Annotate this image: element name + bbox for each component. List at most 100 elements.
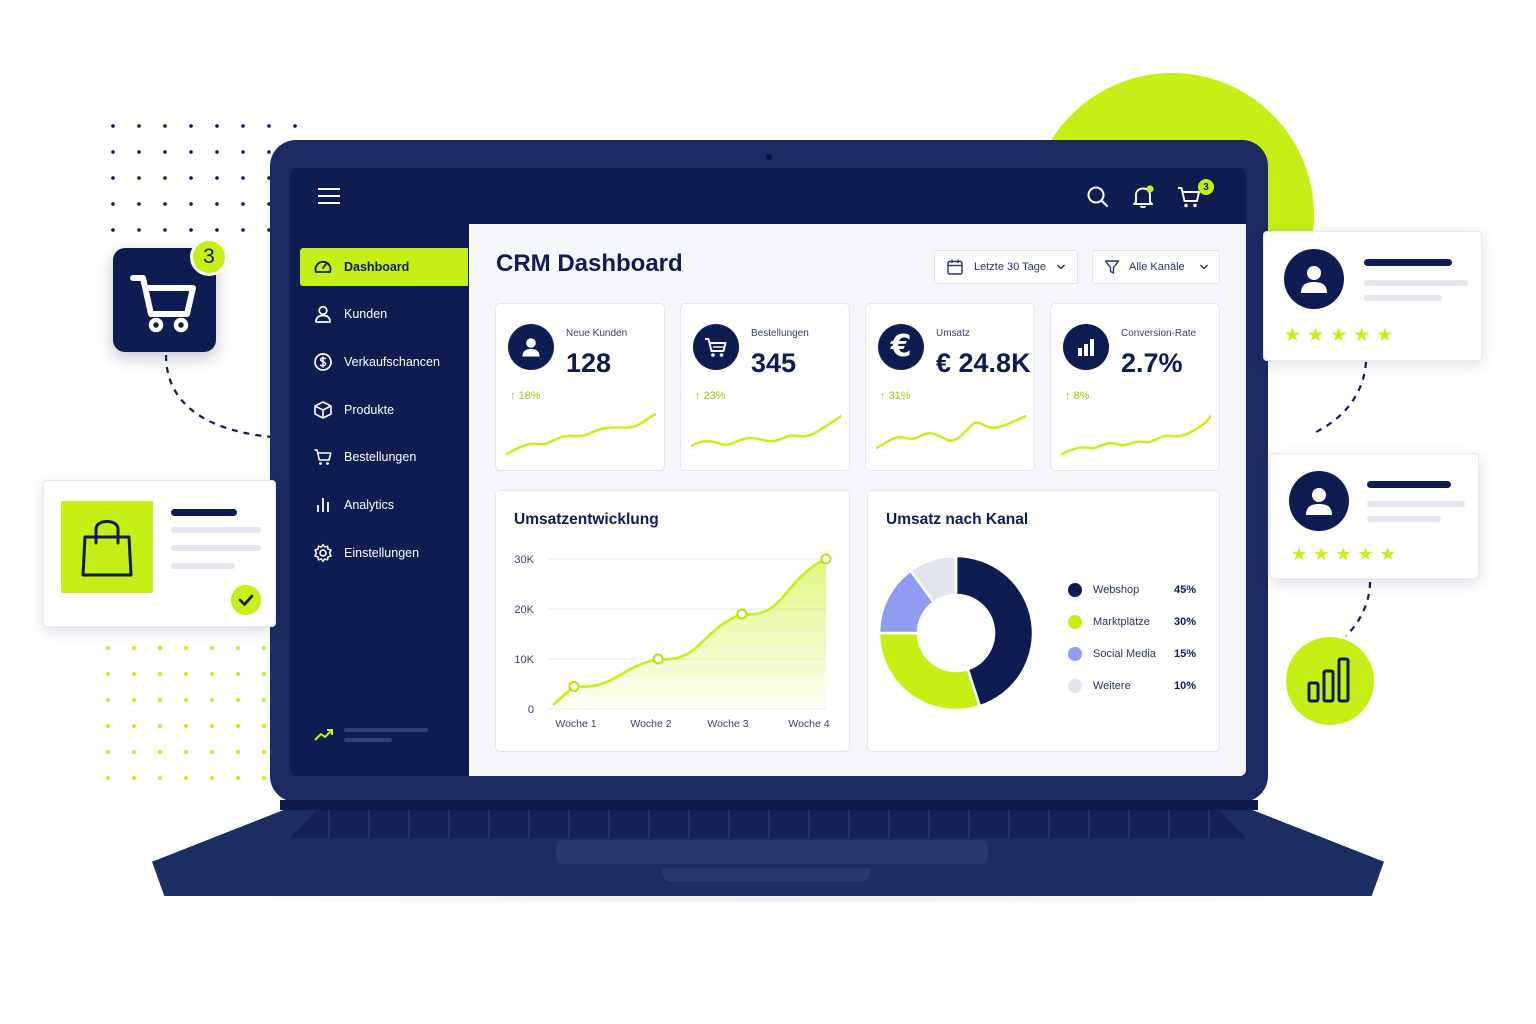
webcam [766, 154, 772, 160]
kpi-value: 345 [751, 348, 797, 378]
user-avatar-icon [1289, 471, 1349, 531]
x-tick-label: Woche 2 [630, 718, 671, 730]
sidebar-item-analytics[interactable]: Analytics [300, 486, 468, 524]
star-icon: ★ [1291, 544, 1308, 564]
user-avatar-icon [1284, 249, 1344, 309]
y-tick-label: 30K [514, 554, 534, 566]
data-point [568, 681, 580, 692]
cart-count-badge: 3 [190, 238, 228, 276]
legend-swatch [1068, 615, 1082, 629]
sidebar-item-label: Dashboard [344, 260, 410, 274]
filter-icon [1104, 260, 1120, 274]
legend-swatch [1068, 647, 1082, 661]
kpi-label: Umsatz [936, 328, 970, 339]
dollar-icon [312, 351, 334, 373]
kpi-value: € 24.8K [936, 348, 1031, 378]
search-icon[interactable] [1085, 184, 1111, 210]
kpi-change: ↑ 18% [510, 390, 541, 402]
placeholder-line [1364, 295, 1442, 301]
sidebar-item-dashboard[interactable]: Dashboard [300, 248, 468, 286]
legend-value: 15% [1174, 648, 1197, 660]
sidebar-item-verkaufschancen[interactable]: Verkaufschancen [300, 343, 468, 381]
legend-swatch [1068, 679, 1082, 693]
menu-icon[interactable] [318, 188, 340, 204]
sidebar-item-bestellungen[interactable]: Bestellungen [300, 438, 468, 476]
sparkline [691, 414, 841, 448]
floating-review-card: ★ ★ ★ ★ ★ [1263, 231, 1482, 361]
placeholder-line [171, 563, 235, 569]
cart-count-badge: 3 [1198, 179, 1214, 195]
sidebar-item-einstellungen[interactable]: Einstellungen [300, 534, 468, 572]
laptop-trackpad [556, 840, 988, 864]
placeholder-line [1367, 501, 1465, 507]
trend-up-icon [314, 729, 333, 741]
rating-stars: ★ ★ ★ ★ ★ [1291, 545, 1396, 563]
legend-label: Social Media [1093, 648, 1156, 660]
revenue-chart-panel: Umsatzentwicklung 0 10K 20K 30K Woche 1 Woche… [495, 490, 850, 752]
placeholder-line [344, 728, 428, 732]
speedometer-icon [312, 256, 334, 278]
shopping-bag-icon [81, 520, 133, 577]
placeholder-line [1364, 259, 1452, 266]
star-icon: ★ [1284, 325, 1302, 346]
placeholder-line [1364, 280, 1468, 286]
sidebar-item-label: Bestellungen [344, 450, 417, 464]
channel-filter[interactable]: Alle Kanäle [1092, 250, 1220, 284]
box-icon [312, 399, 334, 421]
star-icon: ★ [1313, 544, 1330, 564]
user-icon [508, 324, 554, 370]
channel-filter-label: Alle Kanäle [1129, 261, 1185, 273]
legend-item: Social Media 15% [1068, 645, 1198, 663]
euro-icon: € [878, 324, 924, 370]
kpi-value: 2.7% [1121, 348, 1183, 378]
legend-swatch [1068, 583, 1082, 597]
star-icon: ★ [1379, 544, 1396, 564]
date-range-label: Letzte 30 Tage [974, 261, 1046, 273]
placeholder-line [344, 738, 392, 742]
cart-icon [130, 275, 196, 333]
kpi-card-neue-kunden[interactable]: Neue Kunden 128 ↑ 18% [495, 303, 665, 471]
kpi-card-umsatz[interactable]: € Umsatz € 24.8K ↑ 31% [865, 303, 1035, 471]
kpi-change: ↑ 31% [880, 390, 911, 402]
data-point [820, 553, 832, 565]
sidebar-item-label: Kunden [344, 307, 388, 321]
floating-order-card [43, 480, 276, 627]
legend-value: 30% [1174, 616, 1197, 628]
star-icon: ★ [1307, 325, 1325, 346]
channel-donut-chart [877, 554, 1035, 712]
legend-value: 45% [1174, 584, 1197, 596]
sparkline [1061, 414, 1211, 456]
floating-analytics-badge [1286, 637, 1374, 725]
top-bar: 3 [290, 168, 1246, 224]
bar-chart-icon [1063, 324, 1109, 370]
floating-review-card: ★ ★ ★ ★ ★ [1270, 453, 1479, 579]
star-icon: ★ [1357, 544, 1374, 564]
laptop-keyboard [290, 808, 1246, 838]
y-tick-label: 20K [514, 604, 534, 616]
bell-icon[interactable] [1130, 184, 1156, 210]
chevron-down-icon [1199, 264, 1208, 270]
sparkline [506, 412, 656, 456]
legend-item: Webshop 45% [1068, 581, 1198, 599]
y-tick-label: 0 [528, 704, 534, 716]
rating-stars: ★ ★ ★ ★ ★ [1284, 326, 1393, 345]
x-tick-label: Woche 3 [707, 718, 748, 730]
main-content: CRM Dashboard Letzte 30 Tage Alle Kanäle [469, 224, 1246, 776]
sidebar-item-label: Verkaufschancen [344, 355, 440, 369]
kpi-change: ↑ 23% [695, 390, 726, 402]
kpi-card-conversion-rate[interactable]: Conversion-Rate 2.7% ↑ 8% [1050, 303, 1220, 471]
star-icon: ★ [1353, 325, 1371, 346]
kpi-card-bestellungen[interactable]: Bestellungen 345 ↑ 23% [680, 303, 850, 471]
star-icon: ★ [1376, 325, 1394, 346]
sidebar-item-kunden[interactable]: Kunden [300, 295, 468, 333]
cart-icon [693, 324, 739, 370]
date-range-filter[interactable]: Letzte 30 Tage [934, 250, 1078, 284]
x-tick-label: Woche 4 [788, 718, 829, 730]
calendar-icon [947, 259, 963, 275]
placeholder-line [1367, 481, 1451, 488]
sidebar-item-produkte[interactable]: Produkte [300, 391, 468, 429]
check-icon [231, 585, 261, 615]
y-tick-label: 10K [514, 654, 534, 666]
revenue-area-chart: 0 10K 20K 30K Woche 1 Woche 2 Woche 3 Woche 4 [514, 553, 832, 730]
gear-icon [312, 542, 334, 564]
